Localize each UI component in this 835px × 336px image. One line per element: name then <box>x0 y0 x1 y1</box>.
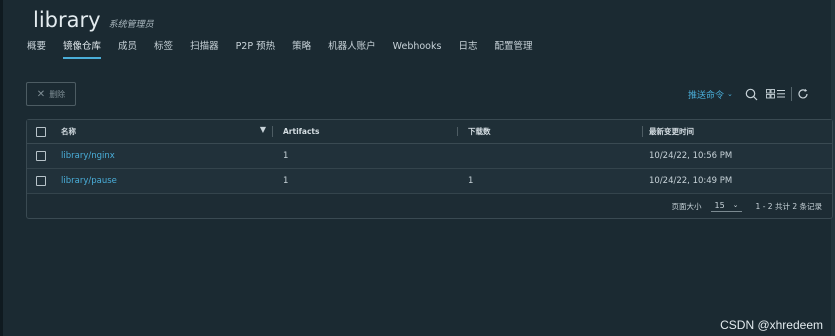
refresh-icon[interactable] <box>797 88 809 100</box>
push-command-dropdown[interactable]: 推送命令 ⌄ <box>688 88 733 101</box>
push-command-label: 推送命令 <box>688 90 725 101</box>
tab-scanner[interactable]: 扫描器 <box>190 40 219 60</box>
table-row[interactable]: library/pause 1 1 10/24/22, 10:49 PM <box>27 169 832 194</box>
table-footer: 页面大小 15 ⌄ 1 - 2 共计 2 条记录 <box>27 194 832 218</box>
tab-configuration[interactable]: 配置管理 <box>494 40 532 60</box>
search-icon[interactable] <box>745 88 758 101</box>
column-header-downloads[interactable]: 下载数 <box>458 126 643 137</box>
artifacts-count: 1 <box>283 151 289 161</box>
row-checkbox[interactable] <box>36 151 46 161</box>
column-header-updated[interactable]: 最新变更时间 <box>643 126 832 137</box>
table-row[interactable]: library/nginx 1 10/24/22, 10:56 PM <box>27 144 832 169</box>
tab-p2p-preheat[interactable]: P2P 预热 <box>236 40 276 60</box>
grid-view-icon[interactable] <box>765 89 786 99</box>
repository-link[interactable]: library/nginx <box>61 151 115 161</box>
tab-robot-accounts[interactable]: 机器人账户 <box>328 40 376 60</box>
close-icon: ✕ <box>36 88 46 100</box>
updated-time: 10/24/22, 10:56 PM <box>649 151 733 161</box>
column-header-artifacts[interactable]: Artifacts <box>273 127 458 136</box>
page-size-value: 15 <box>714 200 725 210</box>
tab-labels[interactable]: 标签 <box>154 40 173 60</box>
artifacts-count: 1 <box>283 176 289 186</box>
page-size-select[interactable]: 15 ⌄ <box>711 200 742 212</box>
toolbar-divider <box>790 87 792 101</box>
column-name-label: 名称 <box>61 127 76 136</box>
column-header-name[interactable]: 名称 ▼ <box>55 125 273 137</box>
table-header: 名称 ▼ Artifacts 下载数 最新变更时间 <box>27 120 832 144</box>
updated-time: 10/24/22, 10:49 PM <box>649 176 733 186</box>
tab-policy[interactable]: 策略 <box>292 40 311 60</box>
repository-link[interactable]: library/pause <box>61 176 117 186</box>
delete-button-label: 删除 <box>49 89 66 99</box>
left-edge <box>0 0 3 336</box>
role-label: 系统管理员 <box>108 20 154 30</box>
repository-table: 名称 ▼ Artifacts 下载数 最新变更时间 library/nginx … <box>26 119 833 219</box>
tab-members[interactable]: 成员 <box>118 40 137 60</box>
downloads-count: 1 <box>468 176 474 186</box>
filter-icon[interactable]: ▼ <box>260 125 266 134</box>
page-header: library 系统管理员 <box>33 8 154 32</box>
watermark: CSDN @xhredeem <box>720 318 823 332</box>
tab-bar: 概要 镜像仓库 成员 标签 扫描器 P2P 预热 策略 机器人账户 Webhoo… <box>27 40 549 60</box>
chevron-down-icon: ⌄ <box>732 201 739 209</box>
toolbar-right: 推送命令 ⌄ <box>688 84 809 104</box>
tab-logs[interactable]: 日志 <box>458 40 477 60</box>
tab-summary[interactable]: 概要 <box>27 40 46 60</box>
pagination-summary: 1 - 2 共计 2 条记录 <box>755 201 822 211</box>
row-checkbox[interactable] <box>36 176 46 186</box>
tab-repositories[interactable]: 镜像仓库 <box>63 40 102 60</box>
tab-webhooks[interactable]: Webhooks <box>393 40 442 60</box>
page-title: library <box>33 8 101 32</box>
chevron-down-icon: ⌄ <box>727 90 733 98</box>
page-size-label: 页面大小 <box>671 201 702 211</box>
select-all-checkbox[interactable] <box>36 126 46 137</box>
delete-button[interactable]: ✕ 删除 <box>26 82 76 106</box>
